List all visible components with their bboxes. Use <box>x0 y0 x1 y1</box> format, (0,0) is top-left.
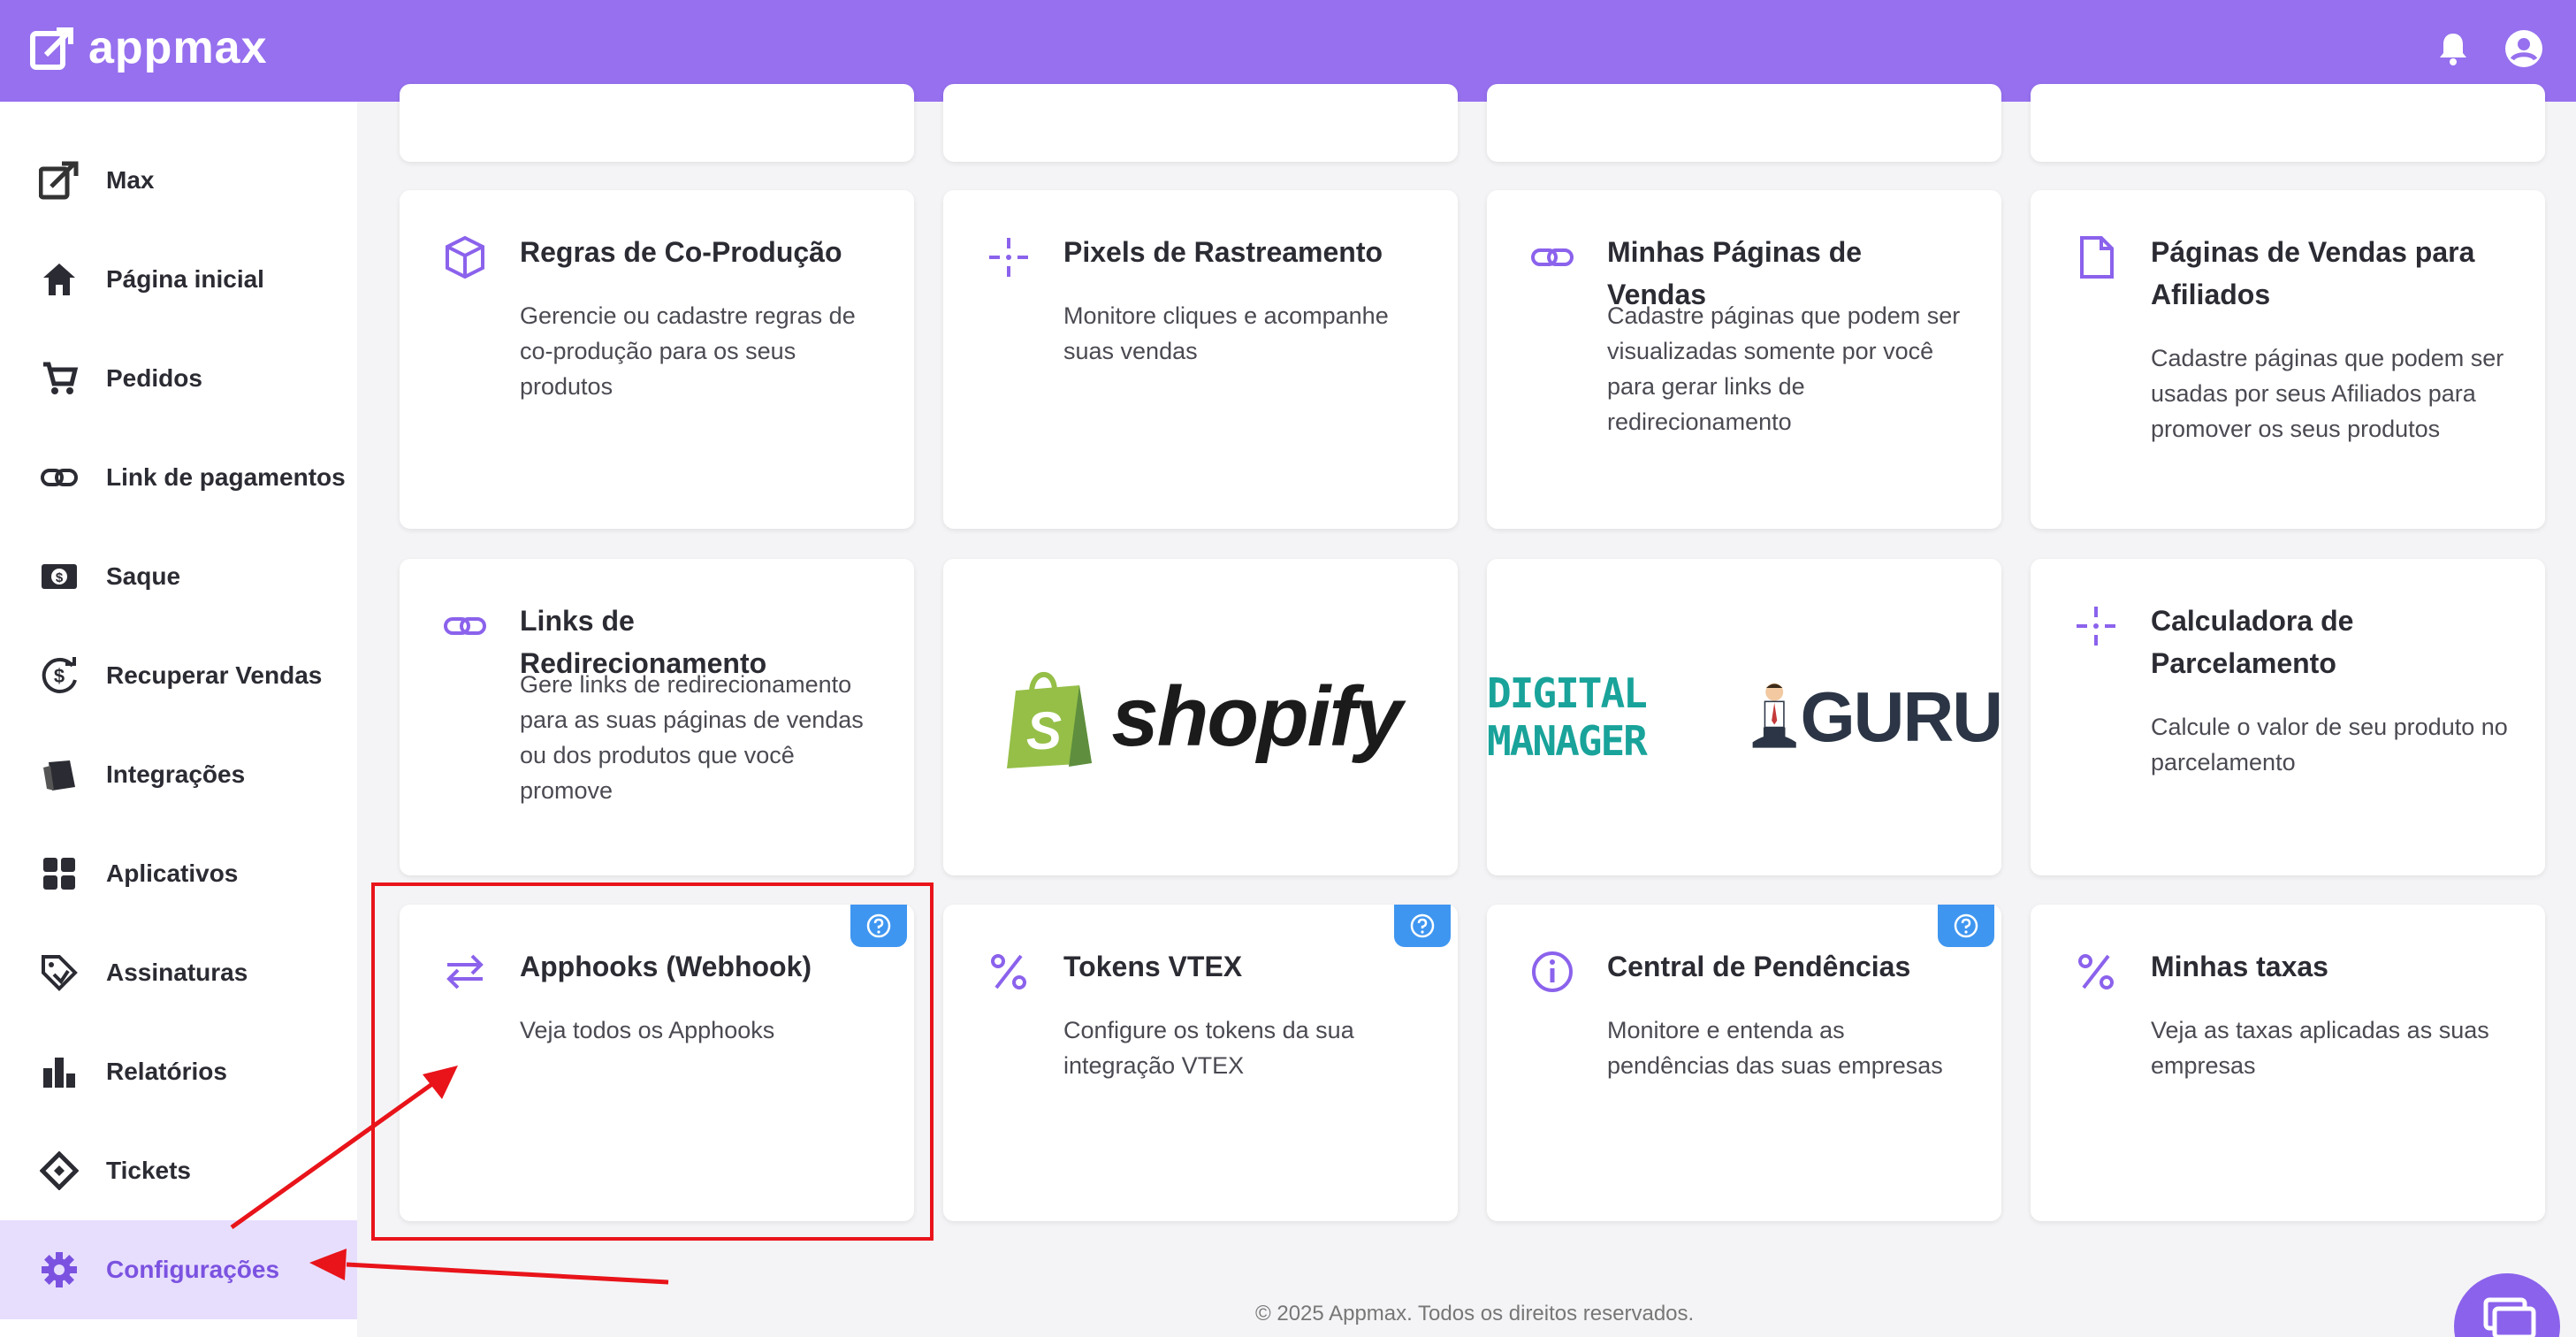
chat-icon <box>2483 1297 2536 1337</box>
money-icon: $ <box>37 554 81 599</box>
document-icon <box>2073 234 2119 280</box>
card-coproduction-rules[interactable]: Regras de Co-Produção Gerencie ou cadast… <box>400 190 914 529</box>
tag-icon <box>37 951 81 995</box>
user-account-icon[interactable] <box>2502 27 2546 71</box>
card-description: Calcule o valor de seu produto no parcel… <box>2151 714 2508 775</box>
percent-icon <box>986 949 1032 995</box>
sidebar-item-payment-links[interactable]: Link de pagamentos <box>0 428 357 527</box>
card-title: Central de Pendências <box>1607 951 1911 982</box>
recover-dollar-icon: $ <box>37 653 81 698</box>
card-vtex-tokens[interactable]: Tokens VTEX Configure os tokens da sua i… <box>943 905 1458 1221</box>
card-description: Configure os tokens da sua integração VT… <box>1063 1017 1354 1079</box>
ticket-icon <box>37 1149 81 1193</box>
apps-grid-icon <box>37 852 81 896</box>
info-icon <box>1529 949 1575 995</box>
footer-copyright: © 2025 Appmax. Todos os direitos reserva… <box>1255 1302 1695 1326</box>
help-icon[interactable] <box>1394 905 1451 947</box>
card-redirect-links[interactable]: Links de Redirecionamento Gere links de … <box>400 559 914 875</box>
max-logo-icon <box>37 158 81 202</box>
sidebar-item-orders[interactable]: Pedidos <box>0 329 357 428</box>
settings-card[interactable] <box>400 84 914 162</box>
card-title: Páginas de Vendas para Afiliados <box>2151 236 2475 310</box>
card-affiliate-sales-pages[interactable]: Páginas de Vendas para Afiliados Cadastr… <box>2031 190 2545 529</box>
integrations-icon <box>37 753 81 797</box>
sidebar-item-withdraw[interactable]: $ Saque <box>0 527 357 626</box>
card-shopify[interactable]: S shopify <box>943 559 1458 875</box>
brand-name: appmax <box>88 22 268 73</box>
percent-icon <box>2073 949 2119 995</box>
card-description: Monitore e entenda as pendências das sua… <box>1607 1017 1943 1079</box>
card-pending-center[interactable]: Central de Pendências Monitore e entenda… <box>1487 905 2001 1221</box>
card-description: Gerencie ou cadastre regras de co-produç… <box>520 302 856 400</box>
shopify-logo: S shopify <box>943 559 1458 875</box>
appmax-logo-icon <box>30 25 76 71</box>
guru-meditating-figure-icon <box>1752 683 1796 748</box>
card-installment-calculator[interactable]: Calculadora de Parcelamento Calcule o va… <box>2031 559 2545 875</box>
sidebar-item-recover-sales[interactable]: $ Recuperar Vendas <box>0 626 357 725</box>
card-description: Veja as taxas aplicadas as suas empresas <box>2151 1017 2489 1079</box>
settings-card[interactable] <box>1487 84 2001 162</box>
sidebar-item-subscriptions[interactable]: Assinaturas <box>0 923 357 1022</box>
crosshair-icon <box>986 234 1032 280</box>
svg-text:S: S <box>1026 701 1062 760</box>
sidebar-item-tickets[interactable]: Tickets <box>0 1121 357 1220</box>
link-icon <box>37 455 81 500</box>
appmax-logo[interactable]: appmax <box>30 21 268 74</box>
svg-text:$: $ <box>54 665 65 687</box>
cube-icon <box>442 234 488 280</box>
svg-text:$: $ <box>56 570 64 585</box>
sidebar-item-reports[interactable]: Relatórios <box>0 1022 357 1121</box>
card-description: Monitore cliques e acompanhe suas vendas <box>1063 302 1389 364</box>
card-title: Calculadora de Parcelamento <box>2151 605 2354 679</box>
sidebar-item-apps[interactable]: Aplicativos <box>0 824 357 923</box>
card-description: Cadastre páginas que podem ser visualiza… <box>1607 302 1961 435</box>
highlight-box <box>371 882 934 1241</box>
shopify-bag-icon: S <box>1007 671 1093 768</box>
chat-button[interactable] <box>2454 1273 2560 1337</box>
card-my-sales-pages[interactable]: Minhas Páginas de Vendas Cadastre página… <box>1487 190 2001 529</box>
card-tracking-pixels[interactable]: Pixels de Rastreamento Monitore cliques … <box>943 190 1458 529</box>
gear-icon <box>37 1248 81 1292</box>
card-description: Gere links de redirecionamento para as s… <box>520 671 864 804</box>
sidebar-item-integrations[interactable]: Integrações <box>0 725 357 824</box>
card-description: Cadastre páginas que podem ser usadas po… <box>2151 345 2504 442</box>
cart-icon <box>37 356 81 401</box>
sidebar-item-home[interactable]: Página inicial <box>0 230 357 329</box>
settings-card[interactable] <box>2031 84 2545 162</box>
link-icon <box>1529 234 1575 280</box>
card-title: Regras de Co-Produção <box>520 236 842 268</box>
bell-icon[interactable] <box>2431 27 2475 71</box>
card-digital-manager-guru[interactable]: DIGITAL MANAGER GURU <box>1487 559 2003 875</box>
guru-logo: DIGITAL MANAGER GURU <box>1487 669 2003 765</box>
sidebar-item-max[interactable]: Max <box>0 131 357 230</box>
settings-card[interactable] <box>943 84 1458 162</box>
crosshair-icon <box>2073 603 2119 649</box>
help-icon[interactable] <box>1938 905 1994 947</box>
link-icon <box>442 603 488 649</box>
card-my-fees[interactable]: Minhas taxas Veja as taxas aplicadas as … <box>2031 905 2545 1221</box>
sidebar: Max Página inicial Pedidos Link de pagam… <box>0 102 357 1337</box>
home-icon <box>37 257 81 302</box>
card-title: Tokens VTEX <box>1063 951 1243 982</box>
sidebar-item-settings[interactable]: Configurações <box>0 1220 357 1319</box>
card-title: Minhas taxas <box>2151 951 2328 982</box>
bar-chart-icon <box>37 1050 81 1094</box>
card-title: Pixels de Rastreamento <box>1063 236 1383 268</box>
